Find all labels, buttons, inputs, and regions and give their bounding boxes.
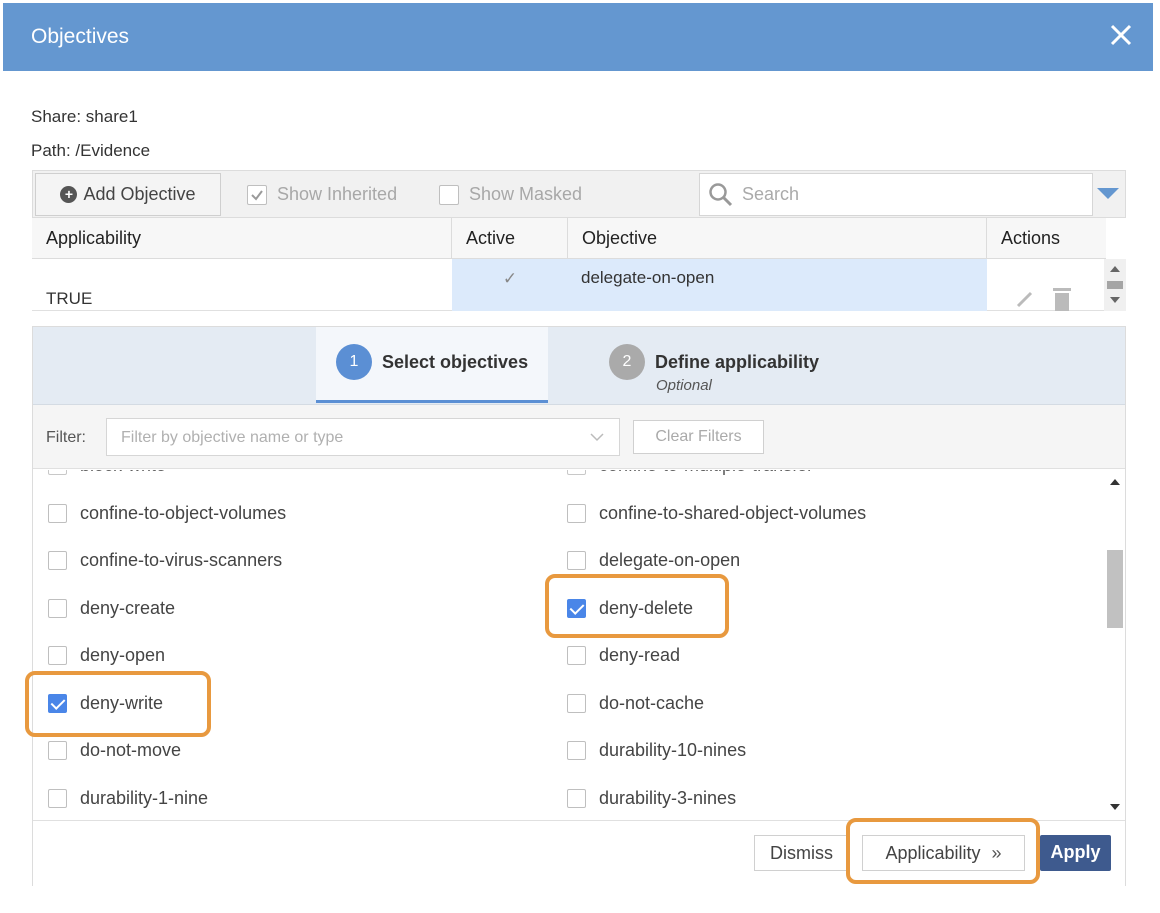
col-actions[interactable]: Actions xyxy=(987,218,1106,258)
trash-icon[interactable] xyxy=(1050,286,1074,311)
objective-label: confine-to-multiple-transfer xyxy=(599,470,813,476)
row-applicability: TRUE xyxy=(46,289,93,308)
col-applicability[interactable]: Applicability xyxy=(32,218,452,258)
edit-icon[interactable] xyxy=(1015,289,1035,309)
objective-label: confine-to-virus-scanners xyxy=(80,549,283,570)
filter-select[interactable]: Filter by objective name or type xyxy=(106,418,620,456)
grid-scroll-arrows-icon xyxy=(1107,266,1123,303)
objective-checkbox[interactable] xyxy=(567,693,586,713)
col-active[interactable]: Active xyxy=(452,218,568,258)
objective-checkbox[interactable] xyxy=(48,503,67,523)
objective-label: durability-1-nine xyxy=(80,787,209,808)
step2-label: Define applicability xyxy=(655,352,820,372)
share-path: Path: /Evidence xyxy=(31,141,151,160)
close-icon[interactable] xyxy=(1103,17,1139,53)
objective-label: deny-create xyxy=(80,597,176,618)
highlight-deny-delete xyxy=(545,574,729,638)
step2-number: 2 xyxy=(609,344,645,380)
list-item[interactable]: delegate-on-open xyxy=(567,545,740,575)
objective-checkbox[interactable] xyxy=(567,645,586,665)
step1-label: Select objectives xyxy=(382,352,529,372)
objective-label: confine-to-object-volumes xyxy=(80,502,287,523)
dialog-titlebar: Objectives xyxy=(3,3,1153,71)
table-row[interactable]: TRUE ✓ delegate-on-open xyxy=(32,259,1106,311)
wizard-steps: 1 Select objectives 2 Define applicabili… xyxy=(33,327,1125,405)
show-masked-label: Show Masked xyxy=(469,184,583,204)
objective-checkbox[interactable] xyxy=(567,470,586,475)
list-item[interactable]: do-not-cache xyxy=(567,688,704,718)
highlight-deny-write xyxy=(25,671,211,737)
objective-checkbox[interactable] xyxy=(48,470,67,475)
objectives-toolbar: + Add Objective Show Inherited Show Mask… xyxy=(32,170,1126,218)
list-item[interactable]: deny-create xyxy=(48,593,175,623)
grid-scrollbar[interactable] xyxy=(1104,259,1126,311)
share-name: Share: share1 xyxy=(31,107,138,126)
row-objective: delegate-on-open xyxy=(568,259,987,311)
list-item[interactable]: confine-to-virus-scanners xyxy=(48,545,282,575)
step2-optional: Optional xyxy=(656,377,712,394)
show-masked-checkbox[interactable] xyxy=(439,184,459,205)
objective-checkbox[interactable] xyxy=(48,645,67,665)
add-objective-button[interactable]: + Add Objective xyxy=(35,173,221,216)
filter-placeholder: Filter by objective name or type xyxy=(121,429,344,446)
chevron-down-icon xyxy=(590,433,604,442)
col-objective[interactable]: Objective xyxy=(568,218,987,258)
check-icon xyxy=(251,189,263,201)
list-item[interactable]: do-not-move xyxy=(48,735,181,765)
objective-label: delegate-on-open xyxy=(599,549,741,570)
list-item[interactable]: durability-10-nines xyxy=(567,735,746,765)
objective-checkbox[interactable] xyxy=(567,503,586,523)
list-item[interactable]: block-write xyxy=(48,470,166,480)
show-inherited-label: Show Inherited xyxy=(277,184,398,204)
objective-label: durability-10-nines xyxy=(599,739,747,760)
search-icon xyxy=(709,182,733,206)
objective-checkbox[interactable] xyxy=(48,740,67,760)
objective-label: do-not-cache xyxy=(599,692,705,713)
grid-header: Applicability Active Objective Actions xyxy=(32,218,1106,259)
search-field[interactable] xyxy=(699,173,1093,216)
list-item[interactable]: deny-read xyxy=(567,640,680,670)
plus-circle-icon: + xyxy=(60,186,78,203)
objective-label: deny-open xyxy=(80,644,166,665)
objective-label: block-write xyxy=(80,470,166,476)
filter-label: Filter: xyxy=(46,429,86,446)
scroll-down-icon[interactable] xyxy=(1110,803,1120,811)
list-item[interactable]: confine-to-shared-object-volumes xyxy=(567,498,866,528)
objective-label: confine-to-shared-object-volumes xyxy=(599,502,867,523)
objective-list: block-write confine-to-object-volumes co… xyxy=(33,470,1125,820)
add-objective-label: Add Objective xyxy=(83,184,196,204)
objective-checkbox[interactable] xyxy=(567,788,586,808)
row-active: ✓ xyxy=(452,259,568,311)
objective-label: deny-read xyxy=(599,644,681,665)
objective-checkbox[interactable] xyxy=(567,740,586,760)
toolbar-dropdown-icon[interactable] xyxy=(1097,188,1119,199)
clear-filters-button[interactable]: Clear Filters xyxy=(633,420,764,454)
objective-checkbox[interactable] xyxy=(567,550,586,570)
show-masked-toggle[interactable]: Show Masked xyxy=(439,184,582,205)
list-item[interactable]: confine-to-multiple-transfer xyxy=(567,470,813,480)
objective-checkbox[interactable] xyxy=(48,598,67,618)
list-item[interactable]: durability-3-nines xyxy=(567,783,736,813)
list-item[interactable]: deny-open xyxy=(48,640,165,670)
highlight-applicability-button xyxy=(846,818,1040,884)
step-select-objectives[interactable]: 1 Select objectives xyxy=(316,327,548,403)
step1-number: 1 xyxy=(336,344,372,380)
list-item[interactable]: durability-1-nine xyxy=(48,783,208,813)
search-input[interactable] xyxy=(742,184,1062,205)
objective-checkbox[interactable] xyxy=(48,550,67,570)
list-scroll-thumb[interactable] xyxy=(1107,550,1123,628)
dismiss-button[interactable]: Dismiss xyxy=(754,835,849,871)
filter-bar: Filter: Filter by objective name or type… xyxy=(33,405,1125,469)
step-define-applicability[interactable]: 2 Define applicability Optional xyxy=(593,327,853,403)
dialog-title: Objectives xyxy=(31,25,130,48)
list-item[interactable]: confine-to-object-volumes xyxy=(48,498,286,528)
apply-button[interactable]: Apply xyxy=(1040,835,1111,871)
objective-label: do-not-move xyxy=(80,739,182,760)
objective-checkbox[interactable] xyxy=(48,788,67,808)
show-inherited-checkbox[interactable] xyxy=(247,184,267,205)
list-scrollbar[interactable] xyxy=(1105,470,1125,820)
scroll-up-icon[interactable] xyxy=(1110,478,1120,486)
objective-label: durability-3-nines xyxy=(599,787,737,808)
show-inherited-toggle[interactable]: Show Inherited xyxy=(247,184,397,205)
